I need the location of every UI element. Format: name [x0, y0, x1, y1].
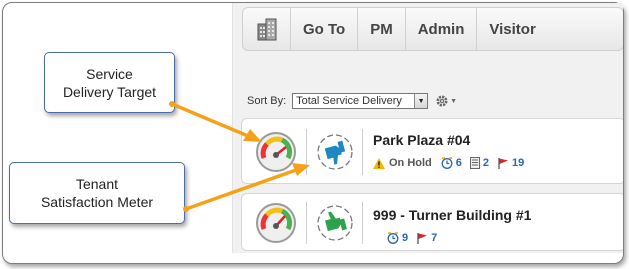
divider	[306, 129, 307, 175]
building-icon	[257, 18, 276, 41]
callout-line-1: Tenant	[75, 176, 119, 192]
building-metrics: On Hold 6 2 19	[373, 157, 532, 169]
building-card[interactable]: Park Plaza #04 On Hold 6 2 19	[241, 118, 623, 184]
caret-down-icon: ▼	[450, 97, 458, 105]
metric-value: 6	[455, 157, 462, 169]
sort-selected-value: Total Service Delivery	[296, 95, 402, 107]
service-delivery-gauge-icon	[256, 203, 296, 243]
callout-tenant-satisfaction-meter: Tenant Satisfaction Meter	[9, 162, 185, 224]
gear-icon	[436, 95, 448, 107]
top-nav-bar: Go To PM Admin Visitor	[242, 7, 623, 51]
metric-value: 9	[402, 232, 409, 244]
app-panel: Go To PM Admin Visitor Sort By: Total Se…	[232, 3, 623, 253]
status-on-hold: On Hold	[373, 157, 432, 169]
nav-pm[interactable]: PM	[358, 8, 406, 50]
home-building-button[interactable]	[243, 8, 291, 50]
callout-line-1: Service	[86, 65, 133, 82]
document-icon	[469, 157, 480, 169]
building-name[interactable]: Park Plaza #04	[373, 132, 470, 148]
metric-documents[interactable]: 2	[469, 157, 490, 169]
building-name[interactable]: 999 - Turner Building #1	[373, 207, 531, 223]
divider	[362, 202, 363, 244]
metric-flags[interactable]: 7	[416, 232, 437, 244]
callout-line-2: Delivery Target	[62, 83, 157, 100]
flag-icon	[417, 233, 428, 244]
metric-open-requests[interactable]: 9	[387, 232, 408, 244]
status-text: On Hold	[389, 157, 432, 169]
building-metrics: 9 7	[387, 232, 445, 244]
building-card[interactable]: 999 - Turner Building #1 9 7	[241, 193, 623, 251]
nav-visitor[interactable]: Visitor	[477, 8, 547, 50]
flag-icon	[498, 158, 509, 169]
metric-value: 2	[482, 157, 490, 169]
nav-admin[interactable]: Admin	[406, 8, 478, 50]
service-delivery-gauge-icon	[256, 132, 296, 172]
tenant-satisfaction-thumbs-up-icon	[317, 205, 353, 241]
callout-service-delivery-target: Service Delivery Target	[44, 52, 175, 113]
divider	[306, 202, 307, 244]
settings-menu-button[interactable]: ▼	[435, 94, 457, 108]
metric-open-requests[interactable]: 6	[441, 157, 462, 169]
metric-flags[interactable]: 19	[497, 157, 524, 169]
divider	[362, 129, 363, 175]
sort-select[interactable]: Total Service Delivery ▼	[292, 93, 429, 109]
warning-icon	[373, 157, 385, 169]
clock-icon	[441, 157, 453, 169]
sort-row: Sort By: Total Service Delivery ▼ ▼	[247, 92, 457, 110]
metric-value: 19	[512, 157, 525, 169]
nav-go-to[interactable]: Go To	[291, 8, 359, 50]
tenant-satisfaction-thumbs-down-icon	[317, 134, 353, 170]
sort-label: Sort By:	[247, 95, 287, 107]
dropdown-arrow-icon: ▼	[414, 94, 428, 108]
callout-line-2: Satisfaction Meter	[40, 194, 154, 210]
metric-value: 7	[431, 232, 438, 244]
clock-icon	[387, 232, 399, 244]
